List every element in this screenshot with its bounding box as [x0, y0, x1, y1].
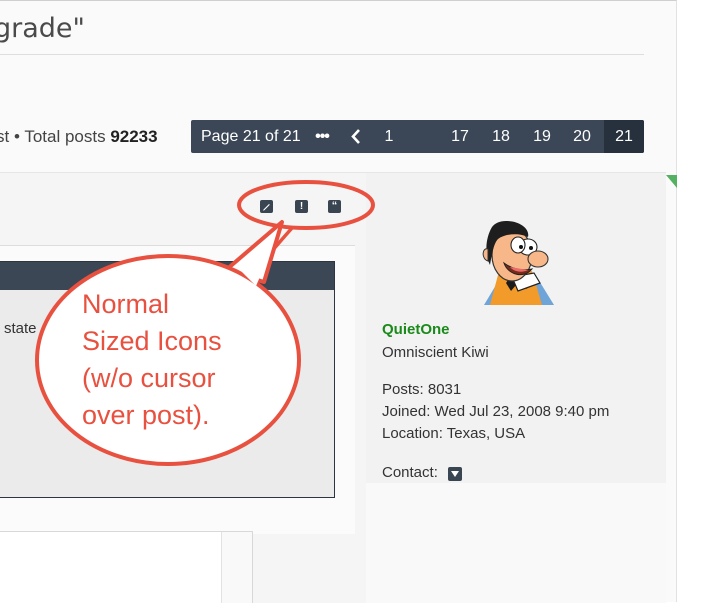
page-link-19[interactable]: 19 — [530, 120, 554, 153]
report-icon[interactable]: ! — [295, 200, 308, 213]
pagination: Page 21 of 21 ••• 1 17 18 19 20 21 — [191, 120, 644, 153]
contact-label: Contact: — [382, 464, 438, 481]
page-link-20[interactable]: 20 — [570, 120, 594, 153]
total-posts-count: 92233 — [110, 127, 158, 146]
user-post-count: Posts: 8031 — [382, 381, 462, 398]
callout-line-2: Sized Icons — [82, 326, 222, 356]
page-link-1[interactable]: 1 — [379, 120, 399, 153]
page-link-18[interactable]: 18 — [489, 120, 513, 153]
contact-dropdown-button[interactable] — [448, 467, 462, 481]
username-link[interactable]: QuietOne — [382, 321, 450, 338]
current-page-21[interactable]: 21 — [604, 120, 644, 153]
stats-label: st • Total posts — [0, 127, 111, 146]
online-indicator — [666, 175, 677, 188]
quote-icon[interactable]: “ — [328, 200, 341, 213]
callout-line-1: Normal — [82, 289, 170, 319]
topic-title: grade" — [0, 13, 85, 44]
embedded-quote-text: state — [4, 320, 37, 337]
user-avatar[interactable] — [476, 213, 558, 305]
user-rank: Omniscient Kiwi — [382, 344, 489, 361]
title-divider — [0, 54, 644, 55]
reply-box — [0, 531, 253, 603]
user-location: Location: Texas, USA — [382, 425, 526, 442]
callout-line-4: over post). — [82, 400, 210, 430]
page-count-label[interactable]: Page 21 of 21 — [201, 120, 301, 153]
chevron-left-icon[interactable] — [346, 120, 366, 153]
post-profile: QuietOne Omniscient Kiwi Posts: 8031 Joi… — [366, 173, 666, 483]
profile-footer-space — [366, 483, 666, 603]
reply-box-scrollbar[interactable] — [221, 532, 252, 603]
ellipsis-icon[interactable]: ••• — [313, 120, 331, 153]
edit-icon[interactable] — [260, 200, 273, 213]
user-joined-date: Joined: Wed Jul 23, 2008 9:40 pm — [382, 403, 610, 420]
callout-line-3: (w/o cursor — [82, 363, 216, 393]
callout-text: Normal Sized Icons (w/o cursor over post… — [82, 286, 272, 434]
page-link-17[interactable]: 17 — [448, 120, 472, 153]
topic-stats: st • Total posts 92233 — [0, 127, 158, 147]
